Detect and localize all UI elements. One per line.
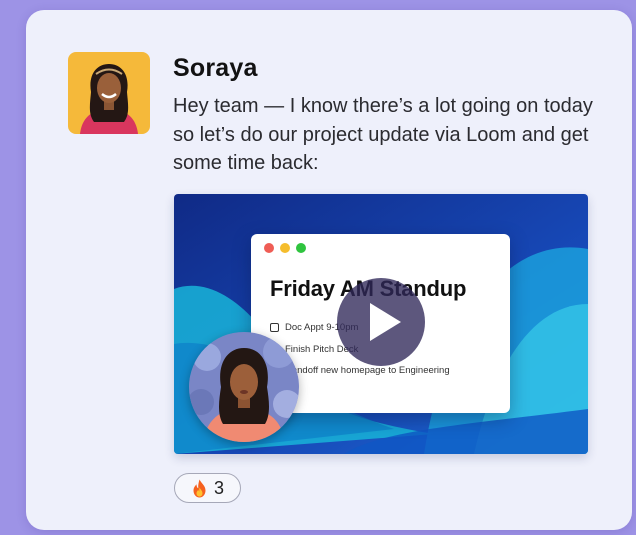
message-tail — [34, 150, 54, 186]
reaction-fire[interactable]: 3 — [174, 473, 241, 503]
play-icon — [370, 303, 401, 341]
maximize-dot — [296, 243, 306, 253]
minimize-dot — [280, 243, 290, 253]
checkbox-icon — [270, 323, 279, 332]
play-button[interactable] — [337, 278, 425, 366]
video-thumbnail[interactable]: Friday AM Standup Doc Appt 9-10pm Finish… — [174, 194, 588, 454]
presenter-bubble — [189, 332, 299, 442]
reaction-count: 3 — [213, 477, 224, 498]
author-name: Soraya — [173, 54, 258, 82]
message-text: Hey team — I know there’s a lot going on… — [173, 95, 593, 174]
avatar[interactable] — [68, 52, 150, 134]
task-label: Handoff new homepage to Engineering — [285, 365, 450, 376]
fire-icon — [191, 479, 208, 498]
close-dot — [264, 243, 274, 253]
message-card: Soraya Hey team — I know there’s a lot g… — [26, 10, 632, 530]
